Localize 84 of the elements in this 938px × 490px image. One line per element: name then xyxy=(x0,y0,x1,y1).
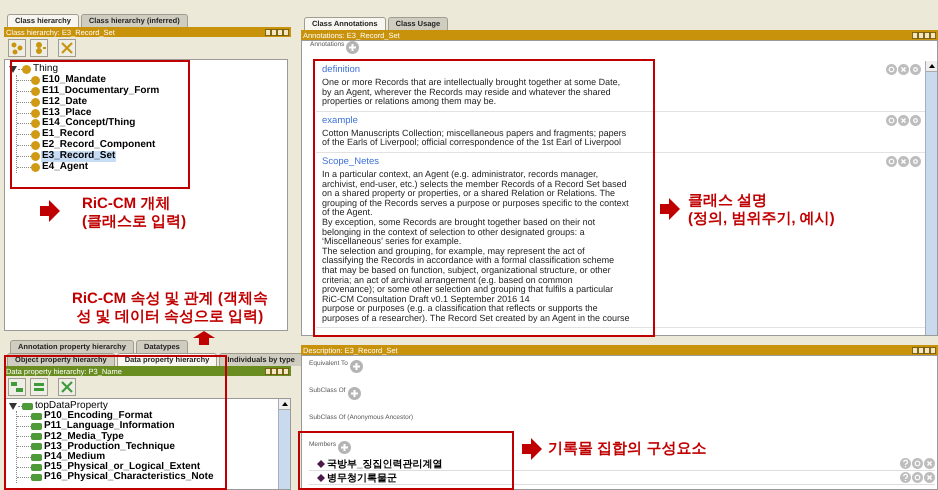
tree-item[interactable]: Thing xyxy=(32,64,60,75)
annotation-property[interactable]: Scope_Netes xyxy=(322,156,630,168)
scroll-up-icon[interactable] xyxy=(282,402,288,406)
annotation-text: In a particular context, an Agent (e.g. administrator, records manager, archivist, end-user, etc.) selects the member Records of a Record Set based on a shared property or properties, or a shared Relation or Relations. The grouping of the Records serves a purpose or purposes specific to the context of the Agent. By exception, some Records are brought together based on their not belonging in the context of selection to other designated groups: a ‘Miscellaneous’ series for example. The selection and grouping, for example, may represent the act of classifying the Records in accordance with a formal classification scheme that may be based on function, subject, organizational structure, or other criteria; an act of archival arrangement (e.g. based on common provenance); or some other selection and grouping that fulfils a particular RiC-CM Consultation Draft v0.1 September 2016 14 purpose or purposes (e.g. a classification that reflects or supports the purposes of a researcher). The Record Set created by an Agent in the course xyxy=(322,170,630,324)
delete-icon xyxy=(60,380,74,394)
delete-icon xyxy=(898,156,909,167)
right-arrow-icon xyxy=(660,198,680,220)
window-controls-icon[interactable] xyxy=(912,346,936,354)
add-button[interactable] xyxy=(348,387,360,400)
tree-item[interactable]: E4_Agent xyxy=(41,162,90,173)
add-sibling-icon xyxy=(32,380,46,394)
add-icon xyxy=(338,441,352,454)
tree-item[interactable]: E1_Record xyxy=(41,129,96,140)
tree-item[interactable]: E3_Record_Set xyxy=(41,151,116,162)
tree-item[interactable]: E2_Record_Component xyxy=(41,140,156,152)
add-subproperty-icon xyxy=(10,380,24,394)
annotation-text: Cotton Manuscripts Collection; miscellaneous papers and fragments; papers of the Earls of Liverpool; official correspondence of the 1st Earl of Liverpool xyxy=(322,128,626,148)
tree-item[interactable]: P16_Physical_Characteristics_Note xyxy=(43,472,215,482)
toolbar-button[interactable] xyxy=(58,39,76,57)
callout-text: 클래스 설명 (정의, 범위주기, 예시) xyxy=(688,192,835,228)
delete-button[interactable] xyxy=(924,472,935,483)
up-arrow-icon xyxy=(193,331,215,345)
tree-item[interactable]: P11_Language_Information xyxy=(43,421,176,432)
window-controls-icon[interactable] xyxy=(265,368,289,374)
tree-item[interactable]: E14_Concept/Thing xyxy=(41,118,136,130)
window-controls-icon[interactable] xyxy=(912,32,936,38)
tree-item[interactable]: E13_Place xyxy=(41,108,92,118)
property-icon xyxy=(31,474,42,481)
annotation-property[interactable]: definition xyxy=(322,64,620,76)
tree-item[interactable]: P15_Physical_or_Logical_Extent xyxy=(43,462,202,472)
toolbar-button[interactable] xyxy=(8,39,26,57)
right-arrow-icon xyxy=(40,200,60,222)
expand-arrow-icon[interactable] xyxy=(9,66,17,73)
delete-button[interactable] xyxy=(924,458,935,469)
tree-item[interactable]: E12_Date xyxy=(41,96,88,108)
annotation-property[interactable]: example xyxy=(322,114,626,127)
add-button[interactable] xyxy=(346,41,360,54)
add-button[interactable] xyxy=(338,441,352,454)
tree-item[interactable]: E10_Mandate xyxy=(41,74,107,86)
tree-item[interactable]: E11_Documentary_Form xyxy=(41,86,160,97)
delete-icon xyxy=(924,472,935,483)
annotation-text: One or more Records that are intellectually brought together at some Date, by an Agent, wherever the Records may reside and whatever the shared properties or relations among them may be. xyxy=(322,78,620,107)
delete-icon xyxy=(898,64,909,75)
scrollbar[interactable] xyxy=(278,399,290,489)
callout-text: 기록물 집합의 구성요소 xyxy=(548,440,706,458)
add-icon xyxy=(348,387,360,400)
member-item[interactable]: 국방부_징집인력관리계열 xyxy=(327,456,443,470)
add-icon xyxy=(350,360,363,373)
add-button[interactable] xyxy=(350,360,363,373)
toolbar-button[interactable] xyxy=(8,378,26,396)
property-icon xyxy=(31,422,42,430)
tree-item[interactable]: P12_Media_Type xyxy=(43,432,125,442)
property-icon xyxy=(22,402,33,410)
property-icon xyxy=(31,454,42,461)
delete-icon xyxy=(898,114,909,126)
property-icon xyxy=(31,412,42,420)
property-icon xyxy=(31,464,42,471)
member-item[interactable]: 병무청기록물군 xyxy=(327,470,397,484)
tree-item[interactable]: P13_Production_Technique xyxy=(43,442,176,452)
help-button[interactable] xyxy=(900,458,911,469)
add-subclass-icon xyxy=(10,41,24,55)
scroll-up-icon[interactable] xyxy=(928,64,934,68)
toolbar-button[interactable] xyxy=(30,39,48,57)
tree-item[interactable]: topDataProperty xyxy=(34,401,109,412)
toolbar-button[interactable] xyxy=(30,378,48,396)
help-button[interactable] xyxy=(900,472,911,483)
tree-item[interactable]: P10_Encoding_Format xyxy=(43,411,154,422)
property-icon xyxy=(31,433,42,440)
delete-button[interactable] xyxy=(898,64,909,75)
right-arrow-icon xyxy=(522,438,542,460)
tree-item[interactable]: P14_Medium xyxy=(43,452,106,462)
expand-arrow-icon[interactable] xyxy=(9,402,17,410)
property-icon xyxy=(31,443,42,450)
delete-icon xyxy=(60,41,74,55)
help-icon xyxy=(900,472,911,483)
delete-button[interactable] xyxy=(898,156,909,167)
scrollbar[interactable] xyxy=(925,61,937,335)
delete-button[interactable] xyxy=(898,114,909,126)
delete-icon xyxy=(924,458,935,469)
help-icon xyxy=(900,458,911,469)
callout-text: RiC-CM 속성 및 관계 (객체속 성 및 데이터 속성으로 입력) xyxy=(72,290,268,326)
callout-text: RiC-CM 개체 (클래스로 입력) xyxy=(82,195,186,231)
window-controls-icon[interactable] xyxy=(265,28,289,36)
toolbar-button[interactable] xyxy=(58,378,76,396)
